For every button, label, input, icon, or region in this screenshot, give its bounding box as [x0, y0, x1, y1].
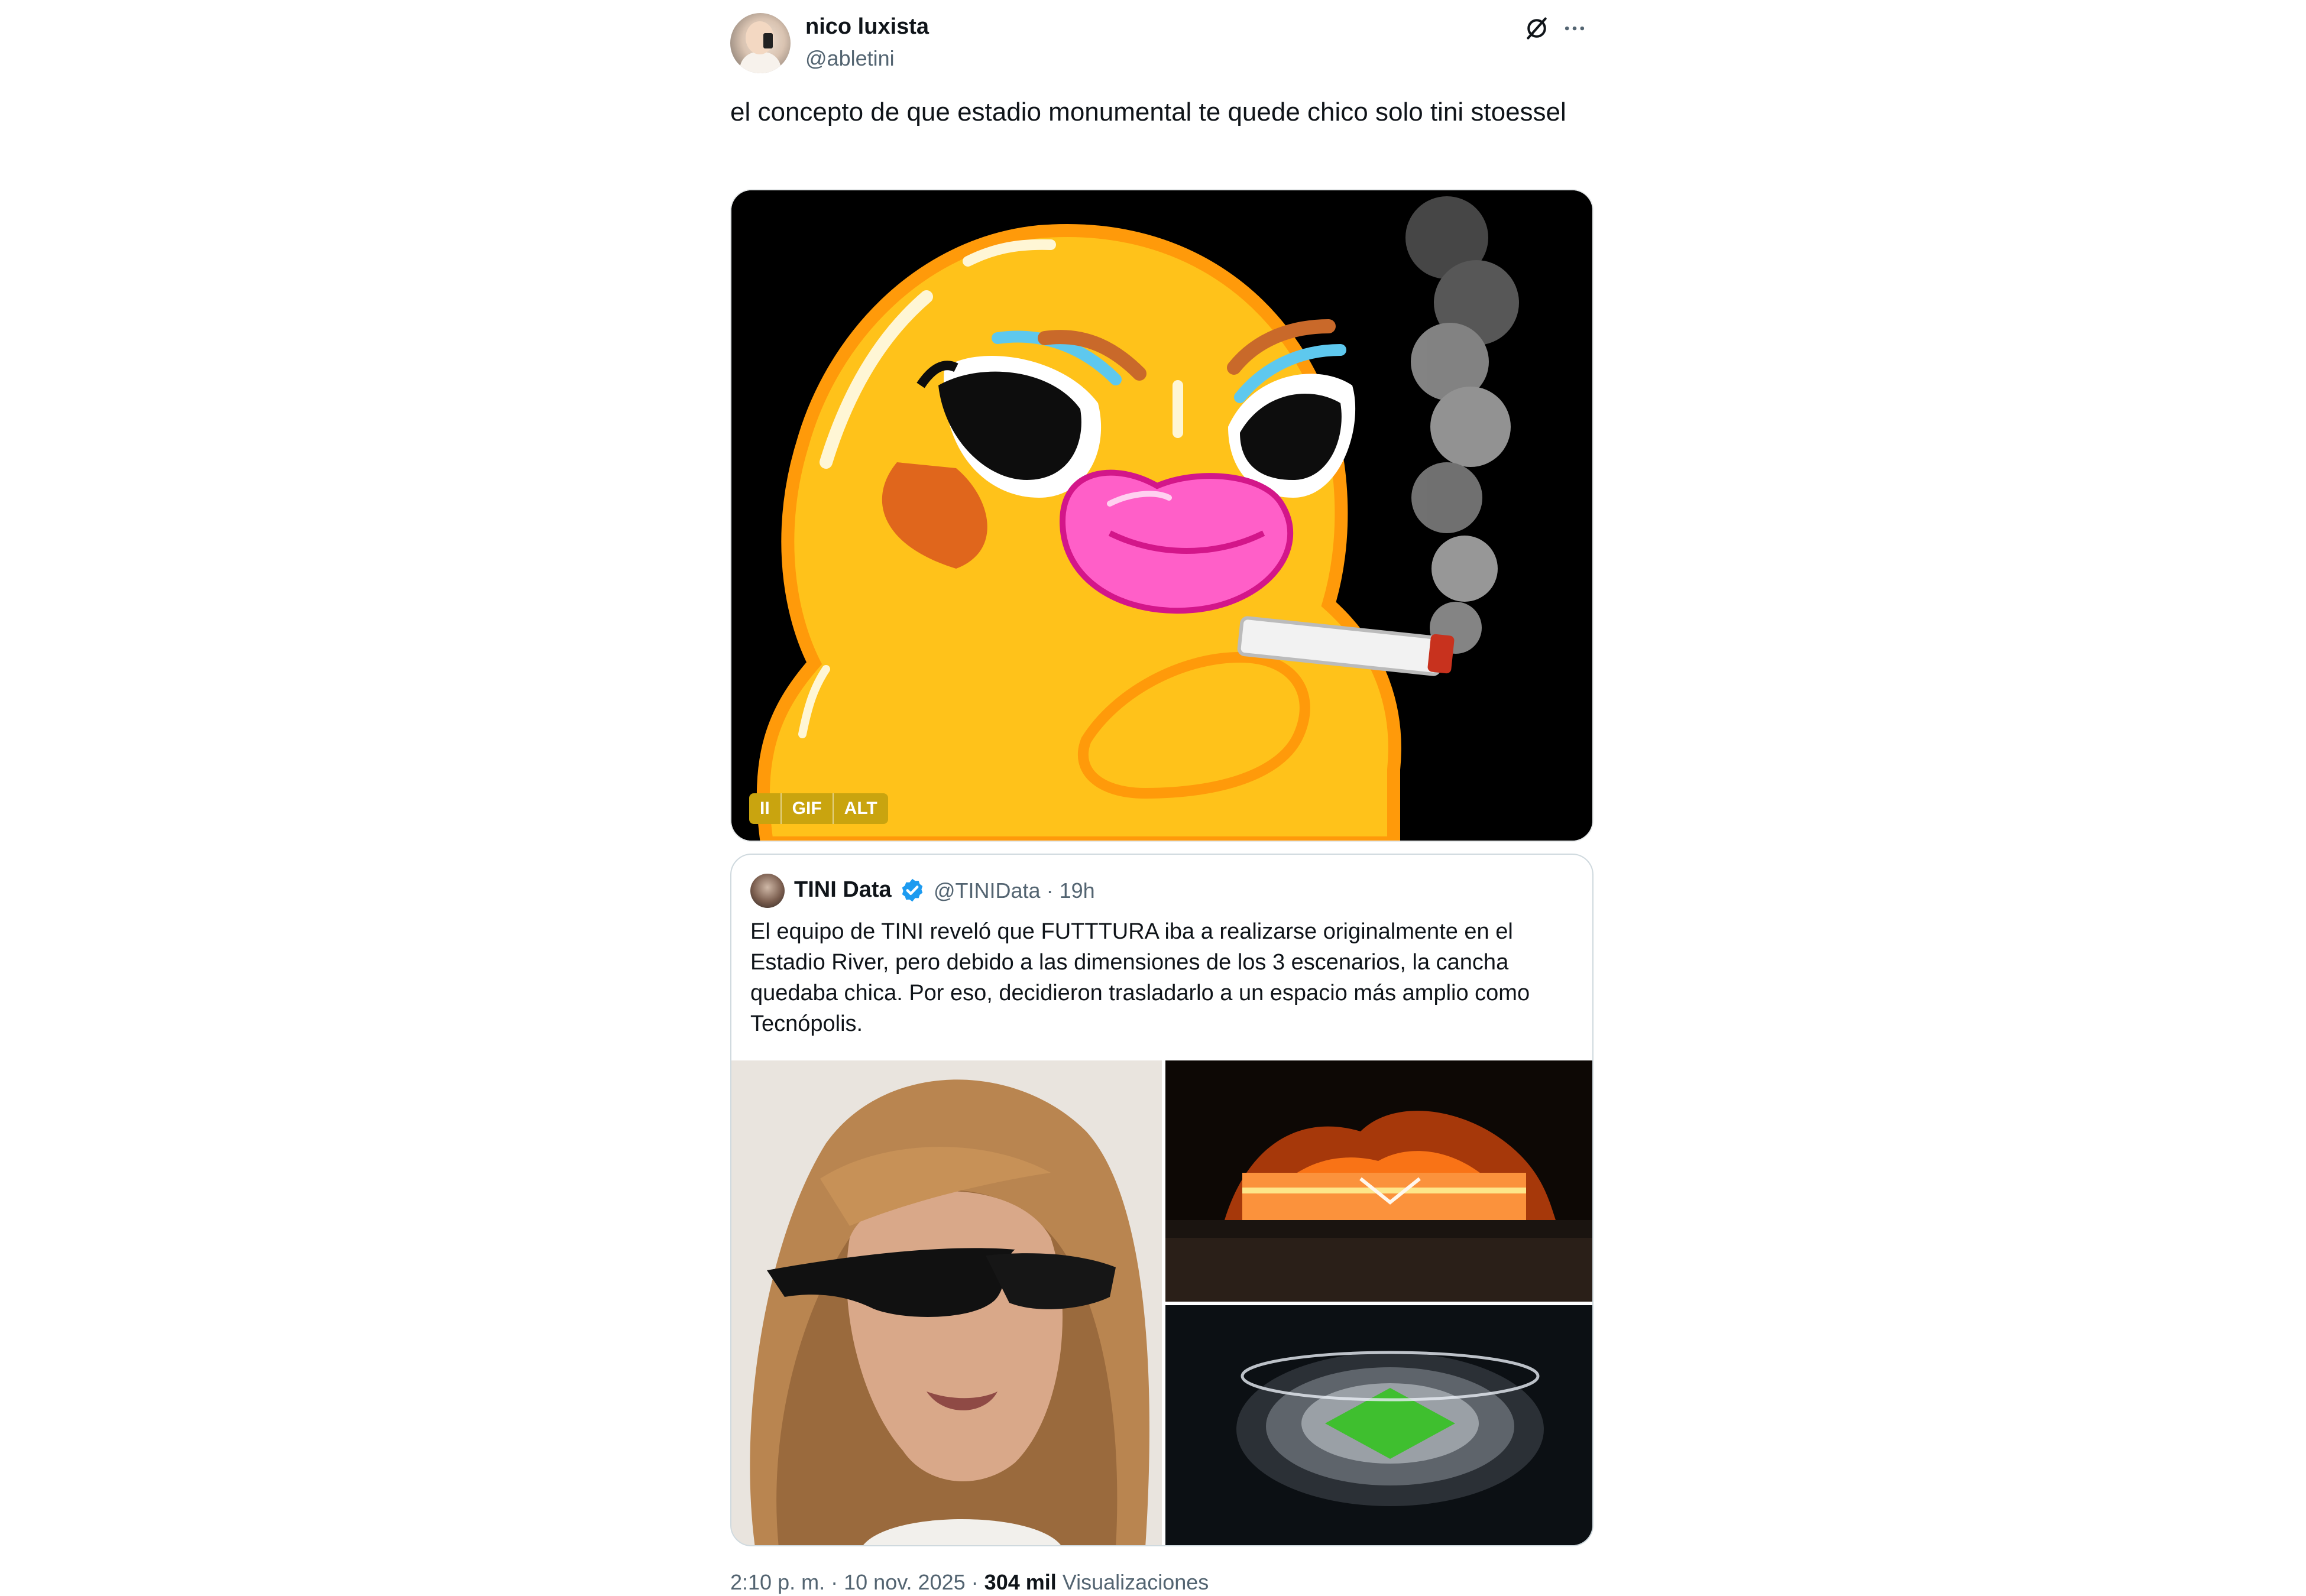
- pause-button[interactable]: II: [749, 793, 780, 824]
- quote-author-name[interactable]: TINI Data: [794, 877, 892, 903]
- quote-time[interactable]: · 19h: [1047, 878, 1095, 903]
- grok-icon[interactable]: [1524, 15, 1550, 41]
- tweet-date[interactable]: 10 nov. 2025: [844, 1570, 966, 1594]
- footer-separator: ·: [971, 1570, 979, 1594]
- quote-text: El equipo de TINI reveló que FUTTTURA ib…: [750, 919, 1530, 1036]
- quote-image-stadium[interactable]: [1165, 1305, 1594, 1546]
- quote-avatar[interactable]: [750, 874, 785, 908]
- author-name[interactable]: nico luxista: [805, 14, 929, 40]
- gif-badge: GIF: [792, 799, 822, 818]
- quote-image-portrait[interactable]: [731, 1060, 1162, 1546]
- tweet-time[interactable]: 2:10 p. m.: [730, 1570, 825, 1594]
- quote-handle-time[interactable]: @TINIData · 19h: [934, 878, 1095, 903]
- tweet: nico luxista @abletini el concepto de qu…: [730, 0, 1594, 1596]
- views-label: Visualizaciones: [1062, 1570, 1209, 1594]
- quote-image-stage[interactable]: [1165, 1060, 1594, 1302]
- more-icon[interactable]: [1560, 15, 1589, 41]
- quote-author-handle[interactable]: @TINIData: [934, 878, 1041, 903]
- tweet-footer: 2:10 p. m. · 10 nov. 2025 · 304 mil Visu…: [730, 1570, 1209, 1595]
- footer-separator: ·: [831, 1570, 838, 1594]
- gif-badges: II GIF ALT: [749, 793, 888, 824]
- author-avatar[interactable]: [730, 13, 791, 73]
- author-handle[interactable]: @abletini: [805, 46, 895, 71]
- verified-icon: [902, 878, 923, 902]
- alt-button[interactable]: ALT: [834, 793, 888, 824]
- tweet-gif[interactable]: II GIF ALT: [730, 189, 1594, 842]
- quote-media-grid: [731, 1060, 1594, 1546]
- quoted-tweet[interactable]: TINI Data @TINIData · 19h El equipo de T…: [730, 854, 1594, 1546]
- tweet-text: el concepto de que estadio monumental te…: [730, 98, 1566, 126]
- views-count: 304 mil: [984, 1570, 1057, 1594]
- duck-gif-image: [731, 190, 1592, 841]
